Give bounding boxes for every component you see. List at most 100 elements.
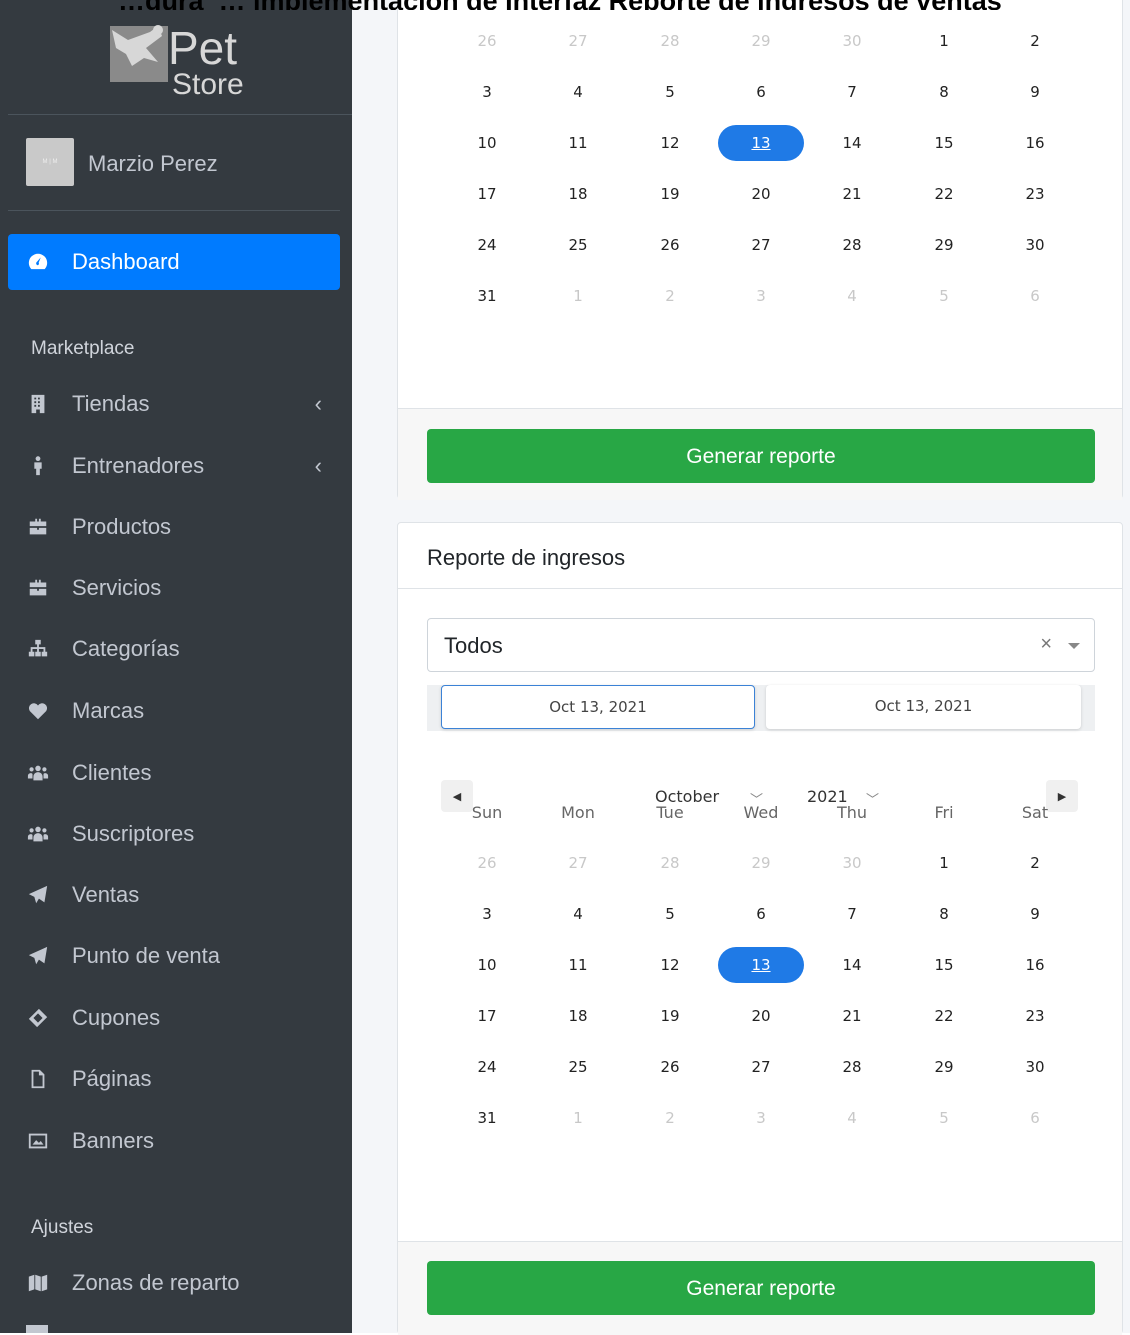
sidebar-item-productos[interactable]: Productos <box>8 499 340 555</box>
calendar-day[interactable]: 4 <box>806 278 898 314</box>
calendar-day[interactable]: 21 <box>806 998 898 1034</box>
calendar-day[interactable]: 16 <box>989 947 1081 983</box>
calendar-day[interactable]: 7 <box>806 74 898 110</box>
sidebar-item-punto-de-venta[interactable]: Punto de venta <box>8 928 340 984</box>
calendar-day[interactable]: 14 <box>806 125 898 161</box>
calendar-day[interactable]: 15 <box>898 947 990 983</box>
calendar-day[interactable]: 10 <box>441 947 533 983</box>
calendar-day[interactable]: 15 <box>898 125 990 161</box>
calendar-day[interactable]: 5 <box>624 896 716 932</box>
brand[interactable]: Pet Store <box>8 0 352 115</box>
calendar-day[interactable]: 25 <box>532 1049 624 1085</box>
sidebar-item-entrenadores[interactable]: Entrenadores ‹ <box>8 438 340 494</box>
calendar-day[interactable]: 19 <box>624 176 716 212</box>
calendar-day[interactable]: 5 <box>898 1100 990 1136</box>
calendar-day[interactable]: 2 <box>989 845 1081 881</box>
calendar-day[interactable]: 16 <box>989 125 1081 161</box>
calendar-day[interactable]: 11 <box>532 125 624 161</box>
calendar-day[interactable]: 6 <box>715 896 807 932</box>
start-date-input[interactable]: Oct 13, 2021 <box>441 685 755 729</box>
calendar-day[interactable]: 28 <box>624 23 716 59</box>
calendar-day[interactable]: 5 <box>898 278 990 314</box>
sidebar-item-marcas[interactable]: Marcas <box>8 683 340 739</box>
calendar-day[interactable]: 17 <box>441 176 533 212</box>
calendar-day[interactable]: 25 <box>532 227 624 263</box>
calendar-day[interactable]: 28 <box>624 845 716 881</box>
calendar-day[interactable]: 14 <box>806 947 898 983</box>
calendar-day[interactable]: 6 <box>989 1100 1081 1136</box>
calendar-day[interactable]: 21 <box>806 176 898 212</box>
sidebar-item-cupones[interactable]: Cupones <box>8 990 340 1046</box>
calendar-day[interactable]: 3 <box>715 1100 807 1136</box>
calendar-day[interactable]: 1 <box>532 1100 624 1136</box>
calendar-day[interactable]: 5 <box>624 74 716 110</box>
calendar-day[interactable]: 18 <box>532 176 624 212</box>
calendar-day[interactable]: 30 <box>989 227 1081 263</box>
calendar-day[interactable]: 24 <box>441 1049 533 1085</box>
sidebar-item-banners[interactable]: Banners <box>8 1113 340 1169</box>
calendar-day[interactable]: 29 <box>898 1049 990 1085</box>
user-name[interactable]: Marzio Perez <box>88 151 218 177</box>
calendar-day[interactable]: 2 <box>989 23 1081 59</box>
calendar-day[interactable]: 4 <box>806 1100 898 1136</box>
calendar-day[interactable]: 26 <box>624 227 716 263</box>
user-panel[interactable]: M | M Marzio Perez <box>8 115 340 211</box>
generar-reporte-button[interactable]: Generar reporte <box>427 429 1095 483</box>
calendar-day[interactable]: 4 <box>532 896 624 932</box>
calendar-day[interactable]: 27 <box>532 23 624 59</box>
calendar-day[interactable]: 6 <box>989 278 1081 314</box>
end-date-input[interactable]: Oct 13, 2021 <box>766 685 1081 729</box>
calendar-day[interactable]: 1 <box>898 23 990 59</box>
calendar-day[interactable]: 18 <box>532 998 624 1034</box>
sidebar-item-ventas[interactable]: Ventas <box>8 867 340 923</box>
calendar-day[interactable]: 20 <box>715 998 807 1034</box>
calendar-day[interactable]: 26 <box>624 1049 716 1085</box>
calendar-day[interactable]: 30 <box>806 23 898 59</box>
calendar-day[interactable]: 29 <box>898 227 990 263</box>
calendar-day[interactable]: 19 <box>624 998 716 1034</box>
calendar-day-selected[interactable]: 13 <box>718 947 804 983</box>
sidebar-item-clientes[interactable]: Clientes <box>8 745 340 801</box>
generar-reporte-button[interactable]: Generar reporte <box>427 1261 1095 1315</box>
calendar-day[interactable]: 11 <box>532 947 624 983</box>
calendar-day[interactable]: 17 <box>441 998 533 1034</box>
calendar-day[interactable]: 4 <box>532 74 624 110</box>
calendar-day[interactable]: 1 <box>898 845 990 881</box>
calendar-day[interactable]: 2 <box>624 1100 716 1136</box>
calendar-day[interactable]: 31 <box>441 278 533 314</box>
sidebar-item-zonas-de-reparto[interactable]: Zonas de reparto <box>8 1255 340 1311</box>
calendar-day[interactable]: 1 <box>532 278 624 314</box>
calendar-day[interactable]: 30 <box>989 1049 1081 1085</box>
calendar-day[interactable]: 27 <box>715 1049 807 1085</box>
sidebar-item-tiendas[interactable]: Tiendas ‹ <box>8 376 340 432</box>
calendar-day[interactable]: 3 <box>715 278 807 314</box>
sidebar-item-paginas[interactable]: Páginas <box>8 1051 340 1107</box>
calendar-day[interactable]: 24 <box>441 227 533 263</box>
sidebar-item-dashboard[interactable]: Dashboard <box>8 234 340 290</box>
calendar-day[interactable]: 26 <box>441 845 533 881</box>
avatar[interactable]: M | M <box>26 138 74 186</box>
clear-icon[interactable]: × <box>1040 633 1052 656</box>
calendar-day[interactable]: 12 <box>624 125 716 161</box>
calendar-day[interactable]: 22 <box>898 998 990 1034</box>
calendar-day[interactable]: 8 <box>898 74 990 110</box>
calendar-day[interactable]: 3 <box>441 896 533 932</box>
calendar-day[interactable]: 8 <box>898 896 990 932</box>
calendar-day[interactable]: 26 <box>441 23 533 59</box>
calendar-day[interactable]: 2 <box>624 278 716 314</box>
calendar-day[interactable]: 20 <box>715 176 807 212</box>
sidebar-item-suscriptores[interactable]: Suscriptores <box>8 806 340 862</box>
calendar-day[interactable]: 31 <box>441 1100 533 1136</box>
calendar-day[interactable]: 12 <box>624 947 716 983</box>
calendar-day[interactable]: 3 <box>441 74 533 110</box>
sidebar-item-servicios[interactable]: Servicios <box>8 560 340 616</box>
calendar-day[interactable]: 23 <box>989 176 1081 212</box>
calendar-day[interactable]: 30 <box>806 845 898 881</box>
calendar-day[interactable]: 27 <box>532 845 624 881</box>
caret-down-icon[interactable] <box>1068 643 1080 649</box>
calendar-day[interactable]: 28 <box>806 227 898 263</box>
calendar-day[interactable]: 22 <box>898 176 990 212</box>
calendar-day[interactable]: 27 <box>715 227 807 263</box>
sidebar-item-categorias[interactable]: Categorías <box>8 621 340 677</box>
calendar-day[interactable]: 10 <box>441 125 533 161</box>
